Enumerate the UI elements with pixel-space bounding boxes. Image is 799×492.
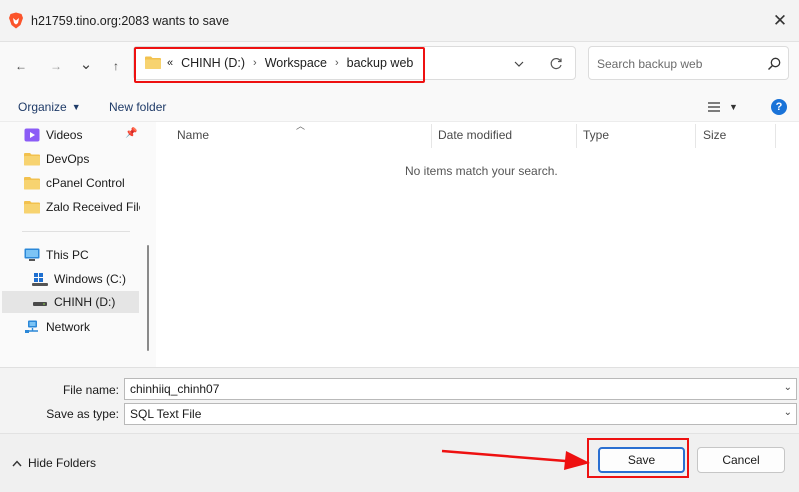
file-name-label: File name: — [62, 383, 119, 397]
sidebar-item-zalo-received-files[interactable]: Zalo Received Files — [0, 196, 140, 218]
organize-label: Organize — [18, 100, 67, 114]
cancel-button[interactable]: Cancel — [697, 447, 785, 473]
column-divider[interactable] — [431, 124, 432, 148]
sidebar-item-label: Zalo Received Files — [46, 200, 140, 214]
list-view-icon — [708, 102, 720, 112]
help-icon[interactable]: ? — [771, 99, 787, 115]
column-header-date-modified[interactable]: Date modified — [438, 128, 512, 142]
sidebar-item-label: CHINH (D:) — [54, 295, 116, 309]
back-arrow-icon[interactable]: ← — [9, 54, 33, 78]
organize-button[interactable]: Organize ▼ — [18, 100, 81, 114]
sidebar-item-label: Windows (C:) — [54, 272, 127, 286]
sidebar-item-this-pc[interactable]: This PC — [0, 244, 140, 266]
sidebar-item-chinh-d[interactable]: CHINH (D:) — [2, 291, 139, 313]
breadcrumb: « CHINH (D:) › Workspace › backup web — [167, 56, 413, 70]
file-name-value: chinhiiq_chinh07 — [130, 382, 220, 396]
save-as-type-select[interactable]: SQL Text File ⌄ — [124, 403, 797, 425]
videos-icon — [24, 128, 40, 142]
network-icon — [25, 320, 38, 333]
save-as-type-value: SQL Text File — [130, 407, 202, 421]
sidebar-divider — [22, 231, 130, 232]
chevron-down-icon[interactable]: ⌄ — [784, 382, 792, 393]
sort-ascending-icon: ︿ — [296, 121, 306, 131]
sidebar-item-label: Network — [46, 320, 91, 334]
window-title: h21759.tino.org:2083 wants to save — [31, 14, 230, 28]
folder-icon — [24, 201, 40, 214]
sidebar-item-network[interactable]: Network — [0, 316, 140, 338]
column-header-name[interactable]: Name — [177, 128, 209, 142]
windows-drive-icon — [32, 273, 48, 286]
folder-icon — [24, 177, 40, 190]
folder-icon — [24, 153, 40, 166]
column-header-type[interactable]: Type — [583, 128, 609, 142]
breadcrumb-overflow[interactable]: « — [167, 57, 173, 69]
sidebar-item-videos[interactable]: Videos — [0, 124, 140, 146]
sidebar-item-label: cPanel Control — [46, 176, 125, 190]
chevron-down-icon[interactable]: ⌄ — [784, 407, 792, 418]
pin-icon[interactable]: 📌 — [125, 128, 137, 139]
sidebar-item-label: Videos — [46, 128, 83, 142]
save-button[interactable]: Save — [598, 447, 685, 473]
breadcrumb-item-backup-web[interactable]: backup web — [347, 56, 414, 70]
chevron-down-icon[interactable] — [509, 54, 529, 74]
close-icon[interactable]: ✕ — [769, 10, 791, 32]
sidebar-scrollbar[interactable] — [147, 245, 149, 351]
brave-lion-icon — [9, 12, 23, 29]
folder-icon — [145, 56, 161, 69]
breadcrumb-separator[interactable]: › — [335, 57, 339, 69]
view-options-button[interactable]: ▼ — [707, 98, 747, 116]
drive-icon — [33, 302, 47, 306]
search-icon[interactable] — [766, 56, 782, 72]
caret-down-icon: ▼ — [71, 102, 81, 112]
save-as-type-label: Save as type: — [46, 407, 119, 421]
sidebar-item-label: This PC — [46, 248, 89, 262]
file-list — [156, 122, 799, 367]
column-divider[interactable] — [775, 124, 776, 148]
pc-icon — [24, 248, 40, 261]
breadcrumb-separator[interactable]: › — [253, 57, 257, 69]
search-input[interactable]: Search backup web — [597, 57, 702, 71]
sidebar-item-windows-c[interactable]: Windows (C:) — [0, 268, 140, 290]
sidebar-item-cpanel-control[interactable]: cPanel Control — [0, 172, 140, 194]
new-folder-button[interactable]: New folder — [109, 100, 166, 114]
chevron-up-icon — [12, 459, 22, 466]
column-divider[interactable] — [695, 124, 696, 148]
sidebar-item-label: DevOps — [46, 152, 90, 166]
empty-message: No items match your search. — [405, 164, 558, 178]
refresh-icon[interactable] — [545, 54, 567, 74]
sidebar-item-devops[interactable]: DevOps — [0, 148, 140, 170]
hide-folders-button[interactable]: Hide Folders — [12, 456, 96, 470]
forward-arrow-icon[interactable]: → — [44, 54, 68, 78]
up-arrow-icon[interactable]: ↑ — [104, 54, 128, 78]
file-name-field[interactable]: chinhiiq_chinh07 ⌄ — [124, 378, 797, 400]
hide-folders-label: Hide Folders — [28, 456, 97, 470]
breadcrumb-item-drive[interactable]: CHINH (D:) — [181, 56, 245, 70]
caret-down-icon: ▼ — [729, 102, 738, 112]
breadcrumb-item-workspace[interactable]: Workspace — [265, 56, 327, 70]
column-header-size[interactable]: Size — [703, 128, 726, 142]
recent-locations-chevron-icon[interactable]: ⌄ — [74, 52, 98, 76]
column-divider[interactable] — [576, 124, 577, 148]
